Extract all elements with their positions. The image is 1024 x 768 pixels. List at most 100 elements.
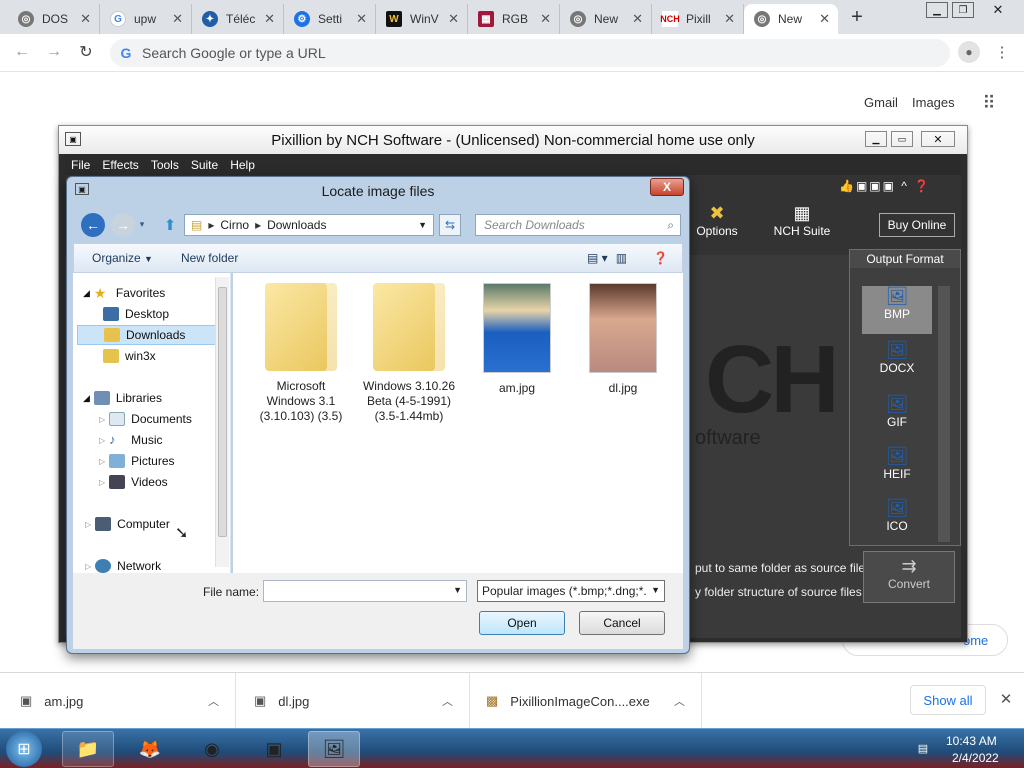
chrome-taskbar-icon[interactable]: ◉ — [186, 731, 238, 767]
view-options-icon[interactable]: ▤ ▾ — [587, 251, 608, 265]
nav-scrollbar-thumb[interactable] — [218, 287, 227, 537]
close-tab-icon[interactable]: ✕ — [632, 11, 643, 27]
show-all-button[interactable]: Show all — [910, 685, 986, 715]
organize-button[interactable]: Organize ▼ — [92, 251, 153, 265]
close-tab-icon[interactable]: ✕ — [540, 11, 551, 27]
format-heif[interactable]: 🖼 HEIF — [862, 446, 932, 494]
tab-2[interactable]: Gupw ✕ — [100, 4, 192, 34]
nav-videos[interactable]: ▷ Videos — [99, 472, 168, 492]
refresh-icon[interactable]: ⇆ — [439, 214, 461, 236]
format-ico[interactable]: 🖼 ICO — [862, 498, 932, 546]
clock-date[interactable]: 2/4/2022 — [952, 751, 999, 765]
menu-suite[interactable]: Suite — [191, 158, 218, 172]
close-icon[interactable]: ✕ — [921, 131, 955, 147]
format-scrollbar[interactable] — [938, 286, 950, 542]
output-same-folder-option[interactable]: put to same folder as source files — [695, 561, 871, 575]
chevron-up-icon[interactable]: ︿ — [442, 693, 453, 709]
close-tab-icon[interactable]: ✕ — [80, 11, 91, 27]
dialog-close-button[interactable]: X — [650, 178, 684, 196]
profile-icon[interactable]: ● — [958, 41, 980, 63]
menu-effects[interactable]: Effects — [102, 158, 138, 172]
open-button[interactable]: Open — [479, 611, 565, 635]
file-name-input[interactable]: ▼ — [263, 580, 467, 602]
options-button[interactable]: ✖ Options — [689, 203, 745, 247]
file-item-folder-win3-beta[interactable]: Windows 3.10.26 Beta (4-5-1991) (3.5-1.4… — [359, 283, 459, 424]
start-button-icon[interactable]: ⊞ — [6, 731, 42, 767]
file-item-dl-jpg[interactable]: dl.jpg — [573, 283, 673, 396]
back-icon[interactable]: ← — [81, 213, 105, 237]
nav-computer[interactable]: ▷ Computer — [85, 514, 170, 534]
chevron-down-icon[interactable]: ▼ — [453, 585, 462, 595]
file-item-am-jpg[interactable]: am.jpg — [467, 283, 567, 396]
close-tab-icon[interactable]: ✕ — [448, 11, 459, 27]
chrome-menu-icon[interactable]: ⋮ — [994, 42, 1010, 62]
preview-pane-icon[interactable]: ▥ — [616, 251, 627, 265]
recent-dropdown-icon[interactable]: ▾ — [137, 219, 147, 229]
search-input[interactable]: Search Downloads ⌕ — [475, 214, 681, 236]
nav-win3x[interactable]: win3x — [103, 346, 156, 366]
minimize-icon[interactable]: ▁ — [926, 2, 948, 18]
tab-9-active[interactable]: ◎ New ✕ — [744, 4, 838, 34]
close-tab-icon[interactable]: ✕ — [264, 11, 275, 27]
breadcrumb[interactable]: ▤ ▸ Cirno ▸ Downloads ▼ — [184, 214, 434, 236]
clock-time[interactable]: 10:43 AM — [946, 734, 997, 748]
tab-3[interactable]: ✦ Téléc ✕ — [192, 4, 284, 34]
tab-7[interactable]: ◎ New ✕ — [560, 4, 652, 34]
explorer-taskbar-icon[interactable]: 📁 — [62, 731, 114, 767]
minimize-icon[interactable]: ▁ — [865, 131, 887, 147]
breadcrumb-cirno[interactable]: Cirno — [220, 218, 249, 232]
download-item-pixillion[interactable]: ▩ PixillionImageCon....exe ︿ — [470, 673, 702, 729]
tab-5[interactable]: W WinV ✕ — [376, 4, 468, 34]
keep-structure-option[interactable]: y folder structure of source files — [695, 585, 862, 599]
download-item-dl[interactable]: ▣ dl.jpg ︿ — [236, 673, 470, 729]
maximize-icon[interactable]: ▭ — [891, 131, 913, 147]
close-downloads-icon[interactable]: ✕ — [996, 689, 1016, 709]
menu-help[interactable]: Help — [230, 158, 255, 172]
apps-grid-icon[interactable]: ⠿ — [978, 92, 1000, 114]
help-icon[interactable]: ❓ — [653, 251, 668, 265]
buy-online-button[interactable]: Buy Online — [879, 213, 955, 237]
close-window-icon[interactable]: ✕ — [980, 2, 1016, 18]
chevron-up-icon[interactable]: ︿ — [674, 693, 685, 709]
dosbox-taskbar-icon[interactable]: ▣ — [248, 731, 300, 767]
file-type-select[interactable]: Popular images (*.bmp;*.dng;*. ▼ — [477, 580, 665, 602]
menu-file[interactable]: File — [71, 158, 90, 172]
tab-1[interactable]: ◎ DOS ✕ — [8, 4, 100, 34]
format-docx[interactable]: 🖼 DOCX — [862, 340, 932, 388]
restore-icon[interactable]: ❐ — [952, 2, 974, 18]
nav-desktop[interactable]: Desktop — [103, 304, 169, 324]
pixillion-taskbar-icon[interactable]: 🖼 — [308, 731, 360, 767]
new-tab-icon[interactable]: + — [846, 6, 868, 28]
nav-pictures[interactable]: ▷ Pictures — [99, 451, 175, 471]
social-icons[interactable]: 👍▣▣▣ ^ ❓ — [839, 179, 931, 193]
format-bmp[interactable]: 🖼 BMP — [862, 286, 932, 334]
menu-tools[interactable]: Tools — [151, 158, 179, 172]
close-tab-icon[interactable]: ✕ — [819, 11, 830, 27]
back-icon[interactable]: ← — [12, 42, 32, 62]
convert-button[interactable]: ⇉ Convert — [863, 551, 955, 603]
nav-downloads[interactable]: Downloads — [77, 325, 219, 345]
firefox-taskbar-icon[interactable]: 🦊 — [124, 731, 176, 767]
nch-suite-button[interactable]: ▦ NCH Suite — [767, 203, 837, 247]
network-tray-icon[interactable]: ▤ — [916, 741, 930, 755]
chevron-down-icon[interactable]: ▼ — [418, 220, 427, 230]
chevron-up-icon[interactable]: ︿ — [208, 693, 219, 709]
new-folder-button[interactable]: New folder — [181, 251, 238, 265]
nav-libraries[interactable]: ◢ Libraries — [83, 388, 162, 408]
nav-scrollbar[interactable] — [215, 277, 229, 567]
up-folder-icon[interactable]: ⬆ — [161, 215, 179, 235]
close-tab-icon[interactable]: ✕ — [356, 11, 367, 27]
images-link[interactable]: Images — [912, 95, 955, 110]
format-gif[interactable]: 🖼 GIF — [862, 394, 932, 442]
download-item-am[interactable]: ▣ am.jpg ︿ — [0, 673, 236, 729]
omnibox[interactable]: G Search Google or type a URL — [110, 39, 950, 67]
reload-icon[interactable]: ↻ — [76, 42, 96, 62]
forward-icon[interactable]: → — [44, 42, 64, 62]
tab-4[interactable]: ⚙ Setti ✕ — [284, 4, 376, 34]
nav-music[interactable]: ▷ ♪ Music — [99, 430, 163, 450]
close-tab-icon[interactable]: ✕ — [724, 11, 735, 27]
nav-documents[interactable]: ▷ Documents — [99, 409, 192, 429]
file-item-folder-win31[interactable]: Microsoft Windows 3.1 (3.10.103) (3.5) — [251, 283, 351, 424]
nav-favorites[interactable]: ◢ ★ Favorites — [83, 283, 165, 303]
breadcrumb-downloads[interactable]: Downloads — [267, 218, 326, 232]
